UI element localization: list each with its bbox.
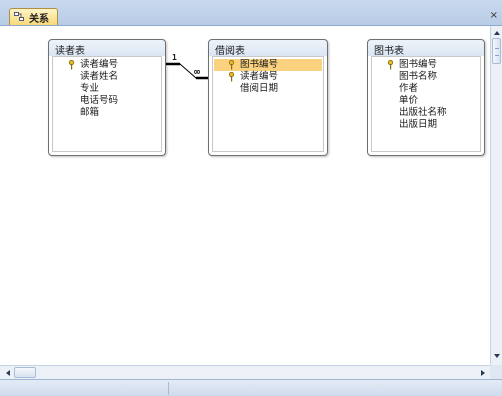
table-borrowing[interactable]: 借阅表 图书编号 读者编号 借阅日期	[208, 39, 328, 156]
field-row[interactable]: 出版社名称	[373, 107, 479, 119]
scrollbar-corner	[490, 365, 502, 379]
tab-label: 关系	[29, 14, 49, 25]
field-row[interactable]: 图书名称	[373, 71, 479, 83]
field-row[interactable]: 读者姓名	[54, 71, 160, 83]
close-icon[interactable]: ×	[490, 11, 498, 21]
field-row[interactable]: 借阅日期	[214, 83, 322, 95]
horizontal-scroll-thumb[interactable]	[14, 367, 36, 378]
field-row[interactable]: 图书编号	[373, 59, 479, 71]
primary-key-icon	[387, 60, 394, 70]
field-list: 读者编号 读者姓名 专业 电话号码 邮箱	[52, 56, 162, 152]
relationships-icon	[14, 12, 24, 21]
status-bar	[0, 379, 502, 396]
field-list: 图书编号 读者编号 借阅日期	[212, 56, 324, 152]
field-row[interactable]: 作者	[373, 83, 479, 95]
field-row[interactable]: 读者编号	[54, 59, 160, 71]
horizontal-scrollbar[interactable]	[0, 365, 490, 379]
many-cardinality-label: ∞	[194, 67, 201, 78]
field-row[interactable]: 专业	[54, 83, 160, 95]
field-row[interactable]: 单价	[373, 95, 479, 107]
table-readers[interactable]: 读者表 读者编号 读者姓名 专业 电话号码 邮箱	[48, 39, 166, 156]
field-row-selected[interactable]: 图书编号	[214, 59, 322, 71]
field-row[interactable]: 邮箱	[54, 107, 160, 119]
field-list: 图书编号 图书名称 作者 单价 出版社名称 出版日期	[371, 56, 481, 152]
scroll-down-icon[interactable]	[492, 351, 502, 361]
table-title: 读者表	[55, 46, 85, 57]
document-tab-bar: 关系 ×	[0, 0, 502, 26]
vertical-scrollbar[interactable]	[490, 26, 502, 365]
field-row[interactable]: 出版日期	[373, 119, 479, 131]
tab-relationships[interactable]: 关系	[9, 8, 58, 25]
scroll-right-icon[interactable]	[478, 368, 488, 378]
vertical-scroll-thumb[interactable]	[492, 38, 501, 64]
primary-key-icon	[228, 60, 235, 70]
field-row[interactable]: 读者编号	[214, 71, 322, 83]
one-cardinality-label: 1	[172, 53, 177, 62]
primary-key-icon	[68, 60, 75, 70]
status-divider	[168, 382, 169, 395]
table-title: 借阅表	[215, 46, 245, 57]
primary-key-icon	[228, 72, 235, 82]
table-books[interactable]: 图书表 图书编号 图书名称 作者 单价 出版社名称 出版日期	[367, 39, 485, 156]
table-title: 图书表	[374, 46, 404, 57]
scroll-left-icon[interactable]	[3, 368, 13, 378]
field-row[interactable]: 电话号码	[54, 95, 160, 107]
scroll-up-icon[interactable]	[492, 28, 502, 38]
